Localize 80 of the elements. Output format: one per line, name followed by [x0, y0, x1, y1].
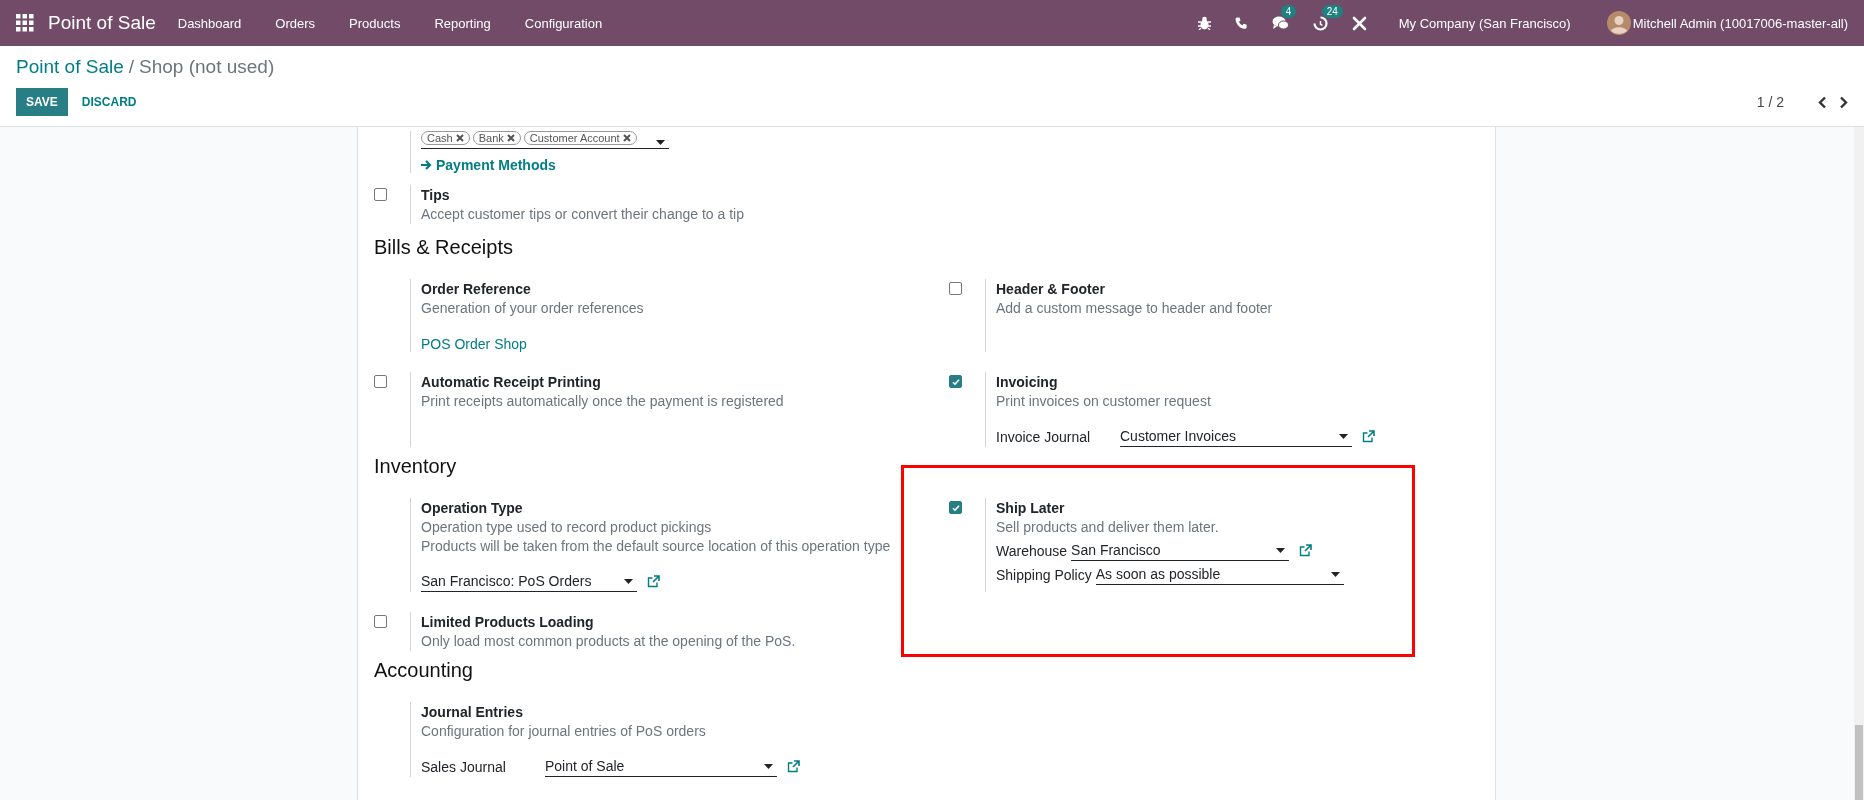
- setting-description: Print receipts automatically once the payment is registered: [421, 392, 784, 411]
- breadcrumb-link[interactable]: Point of Sale: [16, 56, 124, 78]
- field-label: Shipping Policy: [996, 567, 1092, 585]
- setting-description: Print invoices on customer request: [996, 392, 1212, 411]
- count-badge: 24: [1321, 4, 1343, 18]
- checkbox[interactable]: [949, 282, 962, 295]
- chevron-right-icon[interactable]: [1839, 95, 1848, 109]
- remove-icon[interactable]: [506, 134, 515, 142]
- checkbox[interactable]: [374, 615, 387, 628]
- select-field[interactable]: Customer Invoices: [1120, 427, 1352, 447]
- caret-icon: [1330, 571, 1340, 577]
- count-badge: 4: [1280, 5, 1297, 18]
- external-link-icon[interactable]: [1299, 544, 1313, 557]
- scrollbar-thumb[interactable]: [1855, 725, 1863, 800]
- setting-title: Tips: [421, 186, 451, 205]
- setting-title: Ship Later: [996, 499, 1066, 518]
- setting-link[interactable]: Payment Methods: [421, 157, 556, 173]
- field-label: Invoice Journal: [996, 429, 1092, 447]
- setting-description: Accept customer tips or convert their change to a tip: [421, 205, 744, 224]
- section-heading: Inventory: [374, 455, 458, 478]
- setting-link[interactable]: POS Order Shop: [421, 336, 527, 352]
- remove-icon[interactable]: [455, 134, 464, 142]
- checkbox[interactable]: [374, 375, 387, 388]
- setting-title: Automatic Receipt Printing: [421, 373, 602, 392]
- menu-item[interactable]: Orders: [275, 15, 316, 31]
- field-label: Sales Journal: [421, 759, 507, 777]
- bug-icon[interactable]: [1197, 16, 1211, 30]
- setting-description: Sell products and deliver them later.: [996, 518, 1220, 537]
- caret-icon: [624, 578, 633, 584]
- company-switcher[interactable]: My Company (San Francisco): [1398, 15, 1571, 31]
- section-heading: Accounting: [374, 659, 474, 682]
- menu-item[interactable]: Reporting: [434, 15, 491, 31]
- setting-description: Only load most common products at the opening of the PoS.: [421, 632, 796, 651]
- user-menu[interactable]: Mitchell Admin (10017006-master-all): [1632, 15, 1848, 31]
- caret-icon: [1276, 547, 1286, 553]
- caret-icon: [656, 140, 665, 145]
- setting-title: Operation Type: [421, 499, 524, 518]
- setting-title: Limited Products Loading: [421, 613, 595, 632]
- select-field[interactable]: As soon as possible: [1095, 565, 1344, 585]
- remove-icon[interactable]: [622, 134, 631, 142]
- tools-icon[interactable]: [1351, 15, 1367, 31]
- breadcrumb-current: Shop (not used): [139, 56, 275, 78]
- setting-description: Products will be taken from the default source location of this operation type: [421, 537, 891, 556]
- setting-title: Journal Entries: [421, 703, 524, 722]
- checkbox[interactable]: [949, 501, 962, 514]
- setting-description: Configuration for journal entries of PoS orders: [421, 722, 707, 741]
- caret-icon: [764, 763, 773, 769]
- discard-button[interactable]: DISCARD: [71, 88, 147, 116]
- section-heading: Bills & Receipts: [374, 236, 514, 259]
- external-link-icon[interactable]: [1362, 430, 1375, 443]
- setting-description: Generation of your order references: [421, 299, 644, 318]
- tags-field[interactable]: Cash Bank Customer Account: [421, 131, 669, 149]
- breadcrumb-separator: /: [128, 56, 135, 78]
- arrow-right-icon: [421, 160, 432, 170]
- setting-title: Order Reference: [421, 280, 532, 299]
- select-field[interactable]: San Francisco: [1071, 541, 1290, 561]
- setting-description: Operation type used to record product pickings: [421, 518, 713, 537]
- select-field[interactable]: San Francisco: PoS Orders: [421, 572, 637, 592]
- clock-icon[interactable]: [1312, 15, 1328, 31]
- phone-icon[interactable]: [1234, 16, 1248, 30]
- field-label: Warehouse: [996, 543, 1068, 561]
- save-button[interactable]: SAVE: [16, 88, 68, 116]
- app-title[interactable]: Point of Sale: [48, 12, 156, 34]
- setting-title: Header & Footer: [996, 280, 1106, 299]
- setting-description: Add a custom message to header and footer: [996, 299, 1273, 318]
- menu-item[interactable]: Configuration: [524, 15, 603, 31]
- checkbox[interactable]: [949, 375, 962, 388]
- checkbox[interactable]: [374, 188, 387, 201]
- avatar-icon[interactable]: [1606, 11, 1631, 35]
- pager-counter: 1 / 2: [1756, 94, 1784, 110]
- menu-item[interactable]: Products: [349, 15, 401, 31]
- chat-icon[interactable]: [1271, 16, 1289, 30]
- chevron-left-icon[interactable]: [1818, 95, 1827, 109]
- external-link-icon[interactable]: [787, 760, 800, 773]
- external-link-icon[interactable]: [647, 575, 660, 588]
- menu-item[interactable]: Dashboard: [177, 15, 242, 31]
- apps-grid-icon[interactable]: [16, 14, 34, 32]
- caret-icon: [1339, 433, 1348, 439]
- setting-title: Invoicing: [996, 373, 1059, 392]
- select-field[interactable]: Point of Sale: [545, 757, 777, 777]
